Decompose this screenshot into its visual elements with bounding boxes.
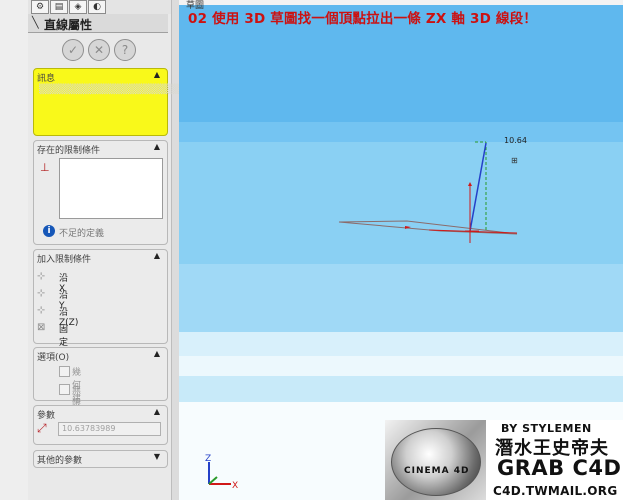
cancel-button[interactable]: ✕ [88,39,110,61]
property-manager-tab[interactable]: ▤ [50,0,68,14]
help-icon: ? [121,43,129,57]
cinema4d-disc-icon [391,428,481,496]
existing-relations-group: 存在的限制條件 ▲ ⊥ i 不足的定義 [33,140,168,245]
length-input[interactable]: 10.63783989 [58,422,161,436]
group-title: 存在的限制條件 [37,146,101,156]
configuration-manager-tab[interactable]: ◈ [69,0,87,14]
length-icon: ⤢ [37,421,47,435]
message-group: 訊息 ▲ ▒▒▒▒▒▒▒▒▒▒▒▒▒▒▒▒▒▒▒▒▒▒▒▒▒▒▒▒▒▒▒▒▒▒▒… [33,68,330,136]
relations-list[interactable] [59,158,163,219]
watermark-logo: CINEMA 4D BY STYLEMEN 潛水王史帝夫 GRAB C4D C4… [385,420,623,500]
properties-icon: ▤ [54,2,64,12]
feature-manager-tab[interactable]: ⚙ [31,0,49,14]
group-title: 選項(O) [37,353,70,363]
ok-button[interactable]: ✓ [62,39,84,61]
length-dimension[interactable]: 10.64 [504,136,527,145]
check-icon: ✓ [67,43,79,57]
triad-z-label: Z [205,454,211,464]
help-button[interactable]: ? [114,39,136,61]
configuration-icon: ◈ [74,2,82,12]
collapse-icon[interactable]: ▲ [154,349,160,358]
cinema4d-logo-bg: CINEMA 4D [385,420,486,500]
collapse-icon[interactable]: ▲ [154,251,160,260]
manager-tab-bar: ⚙ ▤ ◈ ◐ [28,0,171,14]
expand-icon[interactable]: ▼ [154,452,160,461]
add-relations-group: 加入限制條件 ▲ ⊹ 沿 X ⊹ 沿 Y ⊹ 沿Z(Z) ⊠ 固定(F) [33,249,168,358]
collapse-icon[interactable]: ▲ [154,70,160,79]
reference-triad: Z X [205,454,238,491]
cinema4d-wordmark: CINEMA 4D [404,466,470,476]
watermark-site: C4D.TWMAIL.ORG [493,484,618,498]
fix-icon: ⊠ [37,322,46,333]
along-x-icon: ⊹ [37,271,46,282]
infinite-length-checkbox[interactable] [59,384,70,395]
definition-status: 不足的定義 [59,229,105,239]
close-icon: ✕ [93,43,105,57]
group-title: 參數 [37,411,56,421]
triad-y-axis [208,476,218,485]
along-y-icon: ⊹ [37,288,46,299]
panel-left-edge [0,0,29,500]
triad-x-label: X [232,481,238,491]
group-title: 訊息 [37,74,56,84]
watermark-brand: GRAB C4D [497,456,622,480]
property-manager-title: 直線屬性 [44,18,93,32]
group-title: 加入限制條件 [37,255,92,265]
relation-glyph-icon: ⊞ [511,156,518,165]
group-title: 其他的參數 [37,456,83,466]
feature-tree-icon: ⚙ [35,2,45,12]
options-group: 選項(O) ▲ 幾何建構線(C) 無限長度(I) [33,347,168,445]
message-text: ▒▒▒▒▒▒▒▒▒▒▒▒▒▒▒▒▒▒▒▒▒▒▒▒▒▒▒▒▒▒▒▒▒▒▒▒▒▒▒▒… [39,85,330,96]
line-icon: ╲ [32,16,39,29]
relations-icon: ⊥ [40,161,50,174]
sketch-line[interactable] [469,142,487,232]
property-manager-header: ╲ 直線屬性 [28,14,168,33]
parameters-group: 參數 ▲ ⤢ 10.63783989 [33,405,168,445]
along-z-icon: ⊹ [37,305,46,316]
display-manager-tab[interactable]: ◐ [88,0,106,14]
collapse-icon[interactable]: ▲ [154,142,160,151]
display-icon: ◐ [93,2,101,12]
collapse-icon[interactable]: ▲ [154,407,160,416]
z-arrow-head [468,182,472,186]
info-icon: i [43,225,55,237]
construction-geometry-checkbox[interactable] [59,366,70,377]
other-parameters-group[interactable]: 其他的參數 ▼ [33,450,168,468]
